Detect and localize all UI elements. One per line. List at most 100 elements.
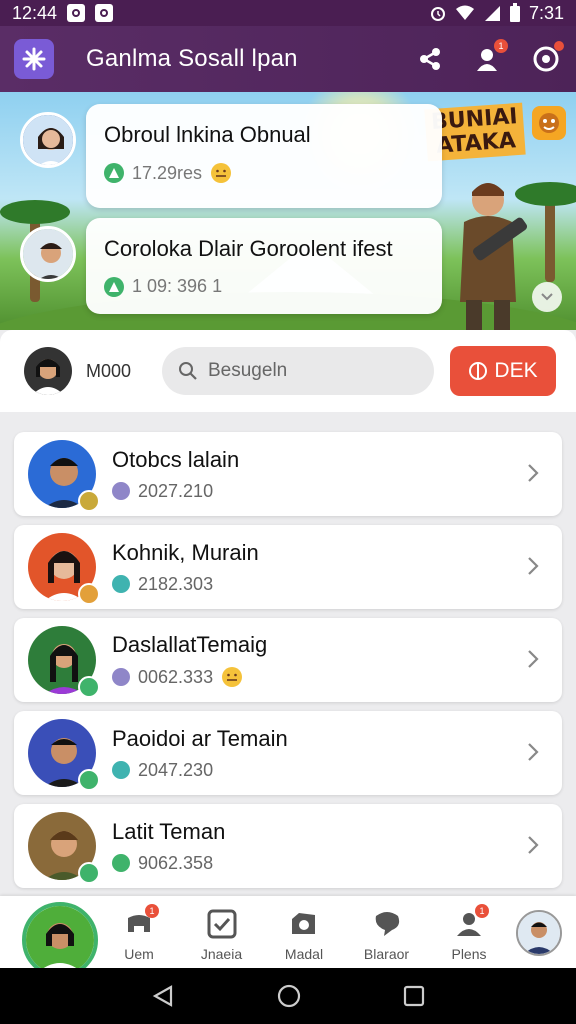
notification-icon <box>67 4 86 22</box>
notification-badge: 1 <box>494 39 508 53</box>
status-bar: 12:44 7:31 <box>0 0 576 26</box>
notification-badge: 1 <box>145 904 159 918</box>
list-item[interactable]: Paoidoi ar Temain 2047.230 <box>14 711 562 795</box>
alarm-icon <box>430 7 445 21</box>
search-input[interactable]: Besugeln <box>162 347 434 395</box>
post-title: Coroloka Dlair Goroolent ifest <box>104 236 393 261</box>
status-badge <box>78 676 100 698</box>
avatar <box>26 438 100 512</box>
game-icon <box>112 854 130 872</box>
settings-button[interactable] <box>530 41 564 75</box>
game-hero-illustration <box>460 183 528 330</box>
my-avatar[interactable] <box>24 347 72 395</box>
friend-meta: 9062.358 <box>138 852 214 873</box>
status-badge <box>78 862 100 884</box>
game-icon <box>104 163 124 183</box>
palm-leaves <box>0 200 70 224</box>
post-meta: 17.29res <box>132 162 203 183</box>
battery-icon <box>509 3 520 22</box>
friend-requests-button[interactable]: 1 <box>472 39 508 75</box>
avatar[interactable] <box>20 226 76 282</box>
friend-name: Kohnik, Murain <box>112 539 259 565</box>
friends-list: Otobcs lalain 2027.210 Kohnik, Murain 21… <box>14 432 562 897</box>
share-button[interactable] <box>414 43 446 75</box>
post-card[interactable]: Obroul lnkina Obnual 17.29res <box>86 104 442 208</box>
tag-icon <box>469 362 488 380</box>
chevron-right-icon <box>528 650 539 668</box>
chevron-right-icon <box>528 557 539 575</box>
status-time-right: 7:31 <box>528 2 564 23</box>
app-title: Ganlma Sosall lpan <box>86 45 298 72</box>
chevron-right-icon <box>528 464 539 482</box>
list-item[interactable]: Otobcs lalain 2027.210 <box>14 432 562 516</box>
friend-name: Paoidoi ar Temain <box>112 725 288 751</box>
avatar <box>26 717 100 791</box>
recents-icon[interactable] <box>403 985 425 1007</box>
profile-avatar[interactable] <box>22 902 98 978</box>
account-avatar[interactable] <box>516 910 562 956</box>
emoji-icon <box>222 667 243 687</box>
user-label: M000 <box>86 360 132 381</box>
avatar[interactable] <box>20 112 76 168</box>
nav-label: Jnaeia <box>200 946 243 962</box>
nav-label: Blaraor <box>363 946 410 962</box>
nav-label: Plens <box>451 946 487 962</box>
checkbox-icon <box>207 909 236 939</box>
nav-item-friends[interactable]: 1 Plens <box>434 904 504 962</box>
post-title: Obroul lnkina Obnual <box>104 122 311 147</box>
friend-meta: 2182.303 <box>138 573 214 594</box>
list-item[interactable]: Kohnik, Murain 2182.303 <box>14 525 562 609</box>
avatar <box>26 531 100 605</box>
notification-badge: 1 <box>475 904 489 918</box>
list-item[interactable]: Latit Teman 9062.358 <box>14 804 562 888</box>
nav-item-explore[interactable]: Blaraor <box>352 908 422 962</box>
expand-banner-button[interactable] <box>532 282 562 312</box>
app-logo[interactable] <box>14 39 54 79</box>
home-icon[interactable] <box>276 983 302 1009</box>
nav-item-media[interactable]: Madal <box>269 908 339 962</box>
friend-meta: 2047.230 <box>138 759 214 780</box>
nav-label: Madal <box>284 946 324 962</box>
friend-meta: 0062.333 <box>138 666 214 687</box>
sparkle-icon <box>22 47 46 71</box>
friend-name: Latit Teman <box>112 818 226 844</box>
nav-item-home[interactable]: 1 Uem <box>104 904 174 962</box>
back-icon[interactable] <box>151 984 175 1008</box>
search-row: M000 Besugeln DEK <box>0 330 576 412</box>
status-badge <box>78 769 100 791</box>
post-card[interactable]: Coroloka Dlair Goroolent ifest 1 09: 396… <box>86 218 442 314</box>
camera-icon <box>292 913 315 934</box>
search-value: Besugeln <box>208 360 288 381</box>
nav-item-tasks[interactable]: Jnaeia <box>187 908 257 962</box>
avatar <box>26 810 100 884</box>
status-badge <box>78 490 100 512</box>
chevron-down-icon <box>541 293 553 301</box>
game-icon <box>112 482 130 500</box>
avatar <box>26 624 100 698</box>
friend-meta: 2027.210 <box>138 480 214 501</box>
chat-icon <box>112 575 130 593</box>
chat-icon <box>112 761 130 779</box>
settings-badge <box>554 41 564 51</box>
notification-icon <box>95 4 114 22</box>
friend-name: DaslallatTemaig <box>112 632 268 657</box>
share-icon <box>420 48 440 70</box>
friend-name: Otobcs lalain <box>112 446 240 472</box>
chevron-right-icon <box>528 836 539 854</box>
cta-label: DEK <box>494 359 538 382</box>
status-time: 12:44 <box>12 2 58 23</box>
chevron-right-icon <box>528 743 539 761</box>
cta-button[interactable]: DEK <box>450 346 556 396</box>
search-icon <box>179 362 197 380</box>
app-header: Ganlma Sosall lpan 1 <box>0 26 576 92</box>
game-icon <box>112 668 130 686</box>
nav-label: Uem <box>124 946 154 962</box>
mascot-icon <box>532 106 566 140</box>
list-item[interactable]: DaslallatTemaig 0062.333 <box>14 618 562 702</box>
featured-banner[interactable]: BUNIAI ATAKA Obroul lnkina Obnual 17.29r… <box>0 92 576 330</box>
system-nav-bar <box>0 968 576 1024</box>
wifi-icon <box>455 5 474 20</box>
chat-bubble-icon <box>375 912 399 936</box>
emoji-icon <box>211 163 232 183</box>
signal-icon <box>484 6 500 21</box>
